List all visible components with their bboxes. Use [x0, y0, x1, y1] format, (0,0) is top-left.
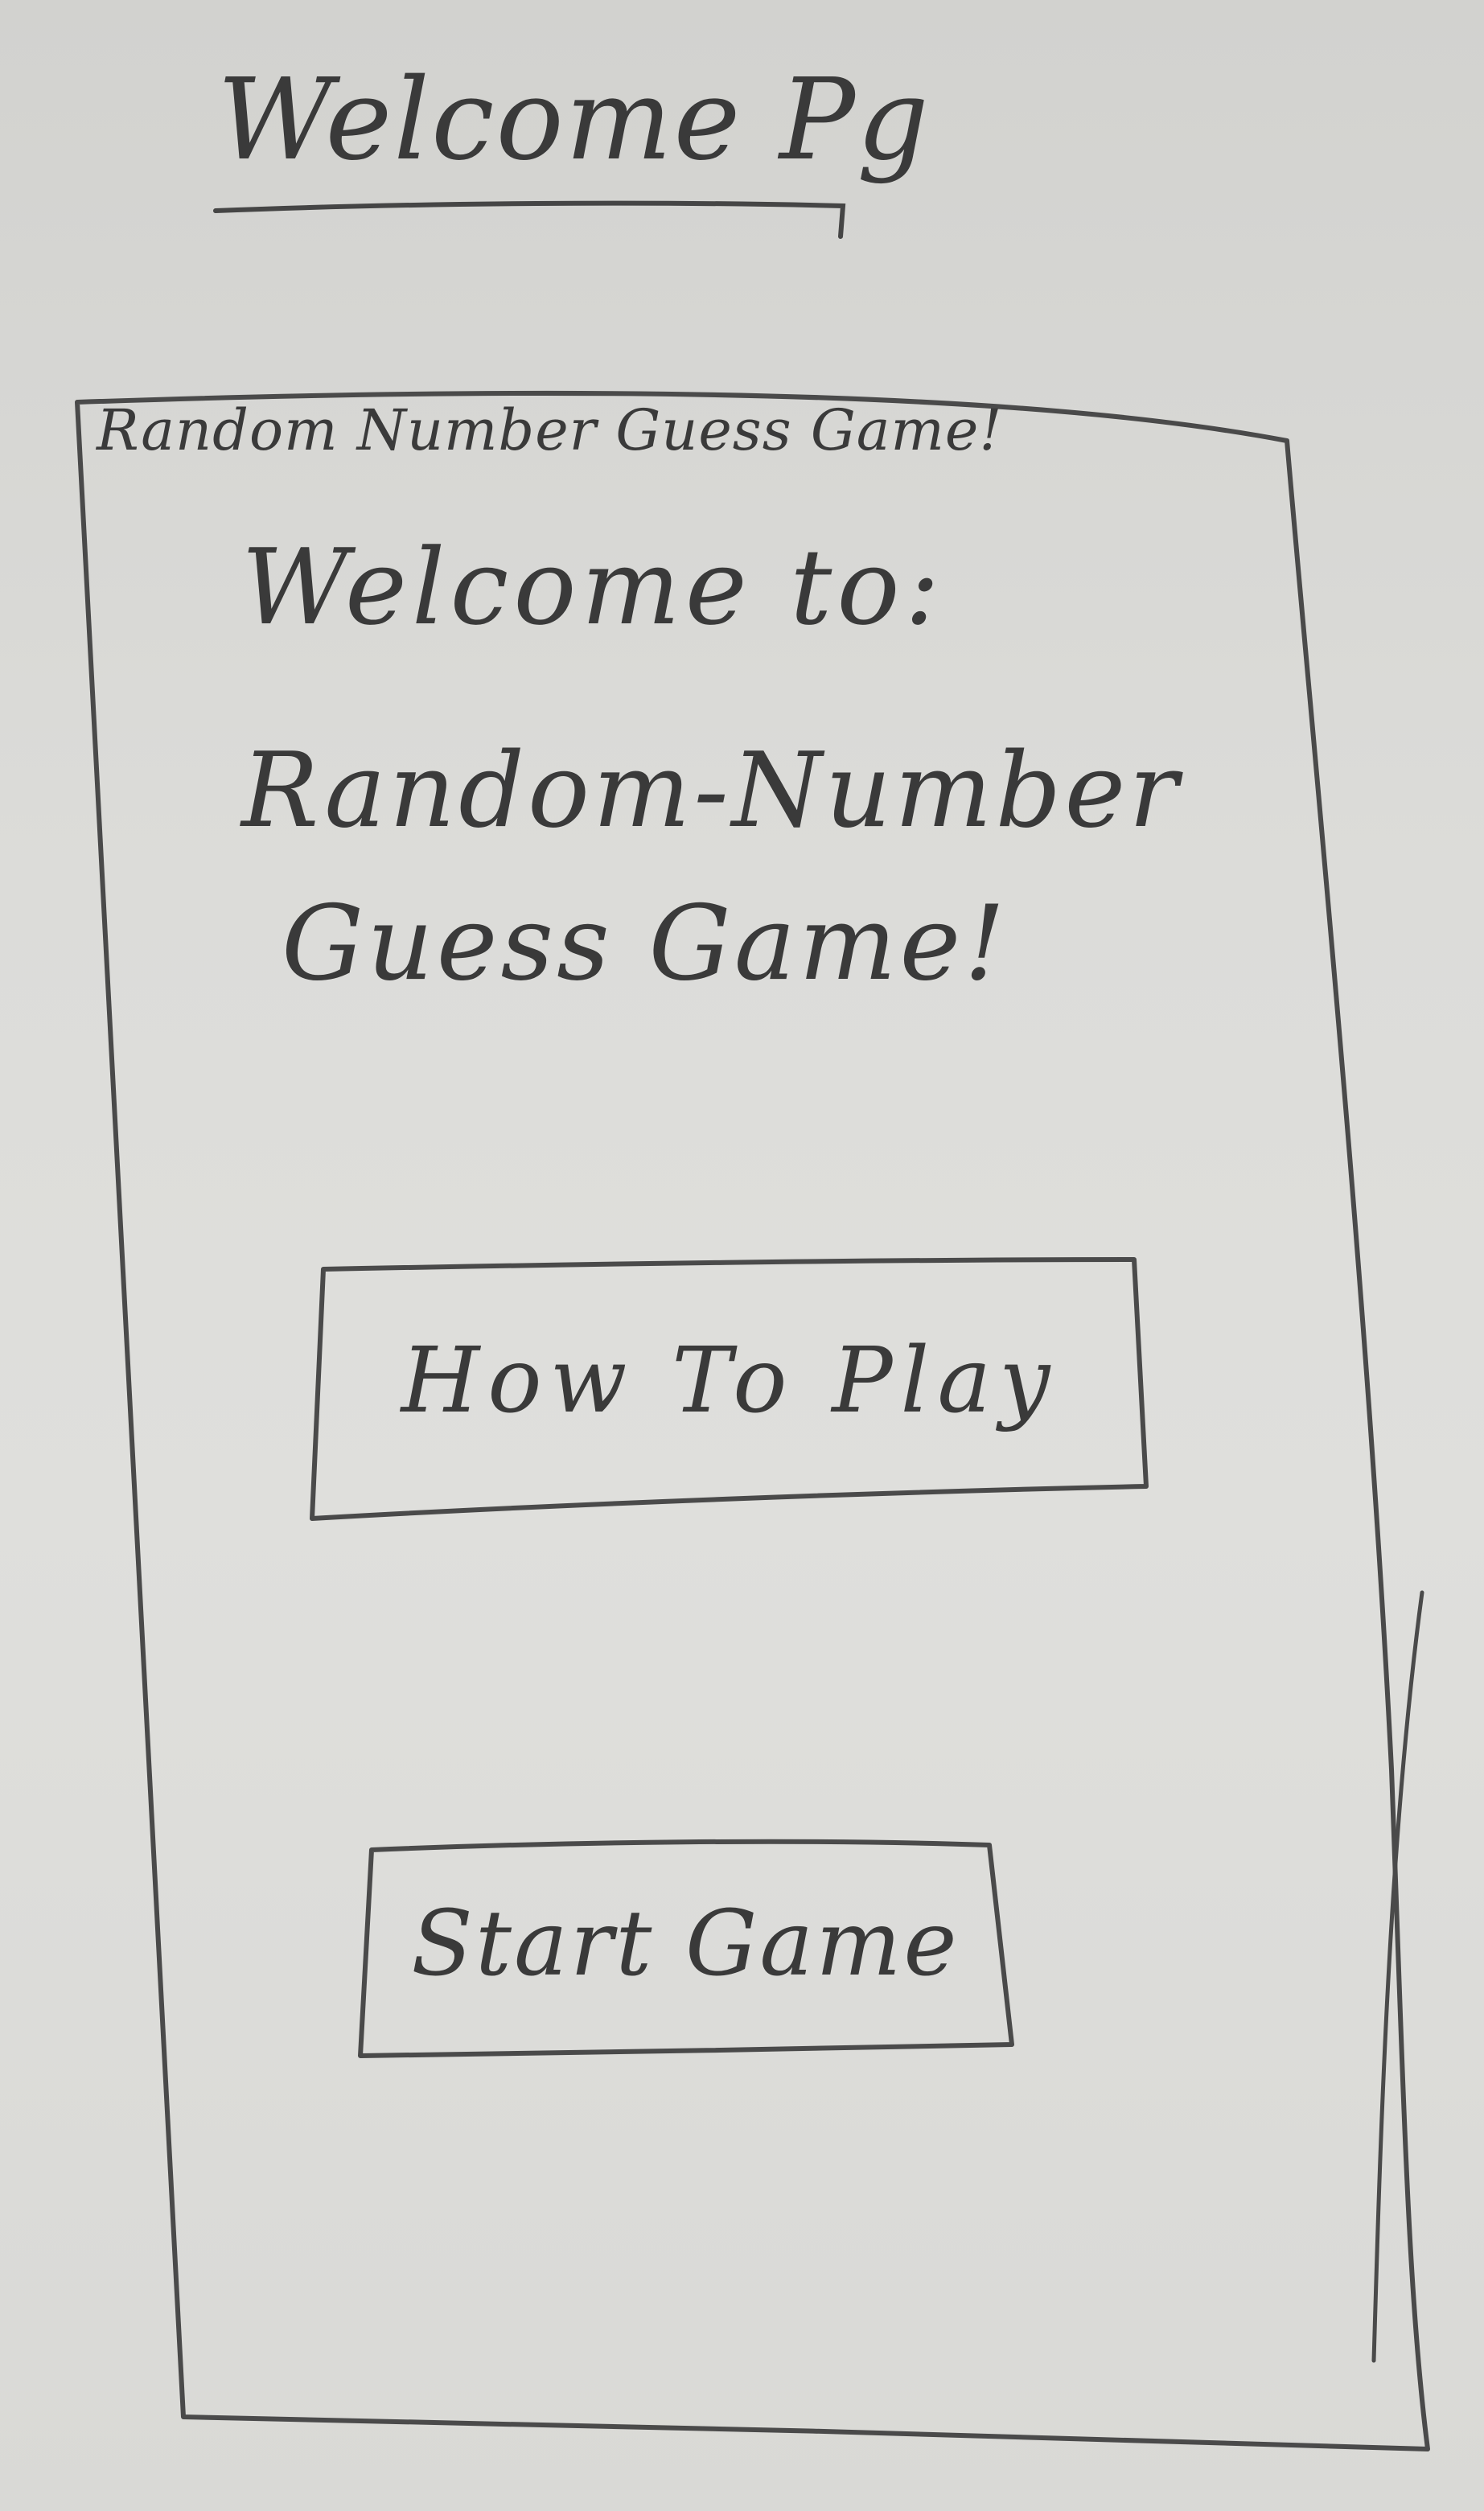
- game-name-line-2: Guess Game!: [282, 884, 1009, 1004]
- page-heading: Welcome Pg: [217, 55, 931, 186]
- window-title: Random Number Guess Game!: [97, 397, 1003, 463]
- heading-underline: [213, 200, 846, 239]
- start-game-button[interactable]: Start Game: [364, 1843, 1007, 2045]
- welcome-text: Welcome to:: [241, 526, 945, 648]
- how-to-play-button[interactable]: How To Play: [315, 1264, 1144, 1498]
- sketch-strokes: [75, 200, 1430, 2451]
- game-name-line-1: Random-Number: [241, 731, 1182, 851]
